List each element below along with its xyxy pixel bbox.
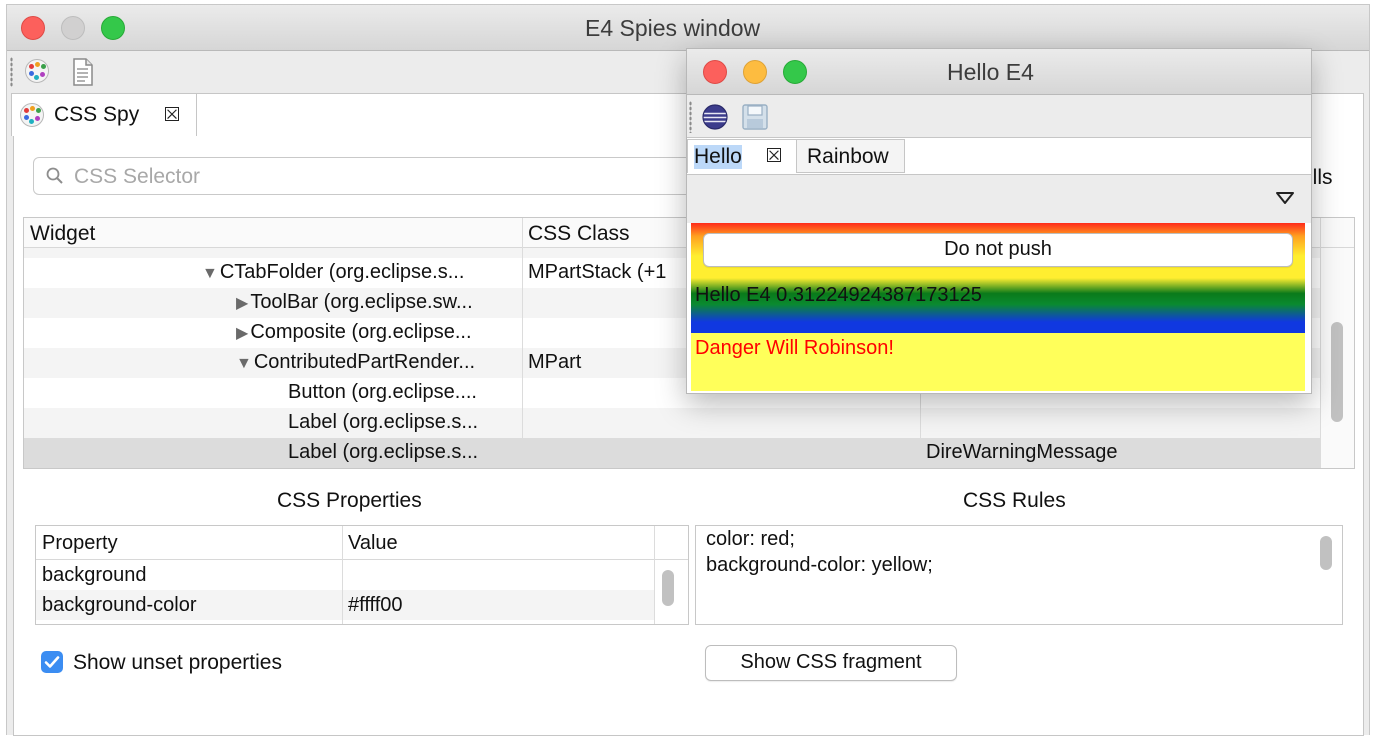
toolbar-grip[interactable]	[689, 101, 692, 133]
tree-row[interactable]: Label (org.eclipse.s...	[24, 408, 1320, 438]
column-divider[interactable]	[654, 526, 655, 624]
collapsed-arrow-icon[interactable]: ▶	[236, 295, 248, 312]
tab-label: Rainbow	[807, 145, 889, 168]
property-row[interactable]: background-color #ffff00	[36, 590, 654, 620]
search-placeholder: CSS Selector	[74, 165, 201, 188]
save-icon[interactable]	[741, 103, 769, 131]
tab-rainbow[interactable]: Rainbow	[797, 139, 905, 173]
search-icon	[46, 167, 63, 184]
rainbow-content: Do not push Hello E4 0.31224924387173125…	[691, 223, 1305, 391]
tree-scrollbar-thumb[interactable]	[1331, 322, 1343, 422]
close-window-button[interactable]	[703, 60, 727, 84]
css-rules-title: CSS Rules	[963, 489, 1066, 512]
checkbox-checked-icon	[44, 656, 60, 668]
globe-icon[interactable]	[701, 103, 729, 131]
rules-scrollbar-thumb[interactable]	[1320, 536, 1332, 570]
tree-row-selected[interactable]: Label (org.eclipse.s... DireWarningMessa…	[24, 438, 1320, 468]
title-bar[interactable]: E4 Spies window	[7, 5, 1369, 51]
close-tab-icon[interactable]: ⮽	[164, 105, 180, 125]
document-icon[interactable]	[71, 58, 95, 86]
toolbar-grip[interactable]	[10, 57, 13, 87]
show-unset-checkbox[interactable]	[41, 651, 63, 673]
property-row[interactable]: background	[36, 560, 654, 590]
hello-e4-label: Hello E4 0.31224924387173125	[695, 284, 982, 306]
hello-title-bar[interactable]: Hello E4	[687, 49, 1311, 95]
danger-warning-label: Danger Will Robinson!	[695, 337, 894, 359]
column-header-css-class[interactable]: CSS Class	[528, 222, 630, 246]
column-header-property[interactable]: Property	[42, 532, 118, 555]
tree-cell-css-class: MPart	[528, 351, 582, 373]
palette-icon	[20, 103, 44, 127]
properties-header: Property Value	[36, 526, 688, 560]
tree-cell-widget: ▶ ToolBar (org.eclipse.sw...	[236, 291, 473, 313]
zoom-window-button[interactable]	[783, 60, 807, 84]
tree-cell-widget: ▼ ContributedPartRender...	[236, 351, 476, 373]
css-rule-line: color: red;	[706, 528, 795, 550]
dire-warning-background: Danger Will Robinson!	[691, 333, 1305, 391]
minimize-window-button[interactable]	[61, 16, 85, 40]
minimize-window-button[interactable]	[743, 60, 767, 84]
property-name: background	[42, 564, 147, 586]
column-divider[interactable]	[522, 218, 523, 468]
property-name: background-color	[42, 594, 197, 616]
do-not-push-button[interactable]: Do not push	[703, 233, 1293, 267]
tree-cell-widget: ▼ CTabFolder (org.eclipse.s...	[202, 261, 465, 283]
hello-e4-window: Hello E4 Hello ⮽ Rainbow Do not push Hel…	[686, 48, 1312, 394]
expanded-arrow-icon[interactable]: ▼	[236, 355, 252, 372]
properties-scrollbar-thumb[interactable]	[662, 570, 674, 606]
dropdown-chevron-icon[interactable]	[1275, 191, 1295, 205]
tree-scrollbar[interactable]	[1321, 248, 1354, 468]
css-selector-search-input[interactable]: CSS Selector	[33, 157, 713, 195]
tab-label: Hello	[694, 145, 742, 169]
property-value: #ffff00	[348, 594, 403, 616]
tree-cell-widget: ▶ Composite (org.eclipse...	[236, 321, 472, 343]
css-properties-table[interactable]: Property Value background background-col…	[35, 525, 689, 625]
css-rules-text-area[interactable]: color: red; background-color: yellow;	[695, 525, 1343, 625]
hello-toolbar-row	[687, 175, 1311, 223]
tab-label: CSS Spy	[54, 103, 140, 126]
css-rule-line: background-color: yellow;	[706, 554, 933, 576]
show-unset-label[interactable]: Show unset properties	[73, 651, 282, 675]
tree-cell-widget: Label (org.eclipse.s...	[288, 411, 479, 433]
zoom-window-button[interactable]	[101, 16, 125, 40]
css-properties-title: CSS Properties	[277, 489, 422, 512]
expanded-arrow-icon[interactable]: ▼	[202, 265, 218, 282]
tree-cell-widget: Label (org.eclipse.s...	[288, 441, 479, 463]
tab-hello[interactable]: Hello ⮽	[687, 139, 797, 173]
column-divider[interactable]	[342, 526, 343, 624]
palette-icon[interactable]	[25, 59, 49, 83]
show-css-fragment-button[interactable]: Show CSS fragment	[705, 645, 957, 681]
close-tab-icon[interactable]: ⮽	[766, 146, 782, 166]
column-header-value[interactable]: Value	[348, 532, 398, 555]
close-window-button[interactable]	[21, 16, 45, 40]
tree-cell-widget: Button (org.eclipse....	[288, 381, 477, 403]
collapsed-arrow-icon[interactable]: ▶	[236, 325, 248, 342]
window-title: E4 Spies window	[585, 15, 761, 41]
window-title: Hello E4	[947, 59, 1034, 85]
column-header-widget[interactable]: Widget	[30, 222, 95, 246]
tree-cell-css-id: DireWarningMessage	[926, 441, 1118, 463]
tree-cell-css-class: MPartStack (+1	[528, 261, 667, 283]
tab-css-spy[interactable]: CSS Spy ⮽	[11, 93, 197, 136]
